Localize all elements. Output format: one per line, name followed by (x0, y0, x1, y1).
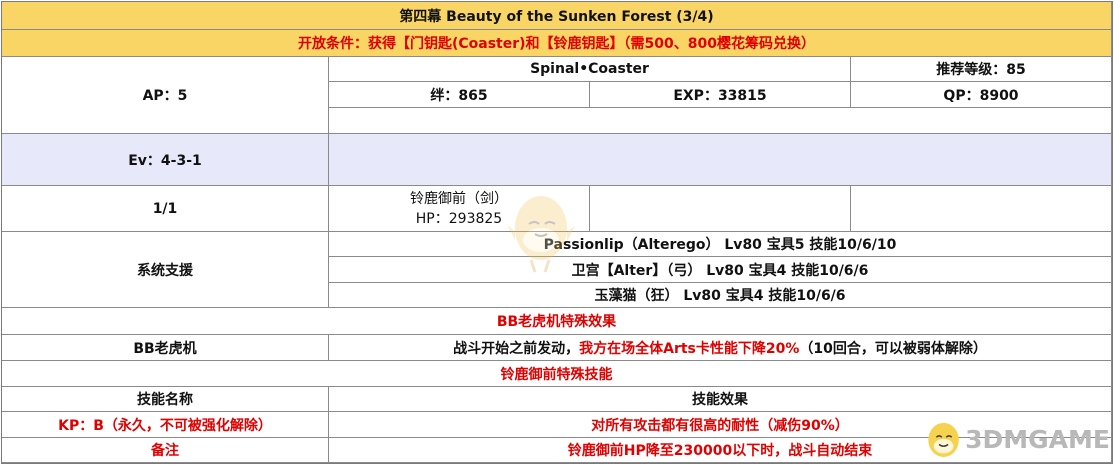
exp-reward: EXP：33815 (590, 82, 851, 108)
skill-header: 铃鹿御前特殊技能 (2, 361, 1112, 387)
ap-cell: AP：5 (2, 57, 329, 134)
enemy-empty-cell-2 (590, 186, 851, 232)
note-label: 备注 (2, 438, 329, 463)
ev-label: Ev：4-3-1 (2, 134, 329, 186)
quest-name: Spinal•Coaster (329, 57, 851, 82)
skill-effect-header: 技能效果 (329, 387, 1112, 412)
wave-label: 1/1 (2, 186, 329, 232)
ev-empty-cell (329, 134, 1112, 186)
quest-table: 第四幕 Beauty of the Sunken Forest (3/4) 开放… (1, 1, 1113, 464)
drop-empty-cell (329, 108, 1112, 134)
support-label: 系统支援 (2, 232, 329, 308)
bb-effect-tail: （10回合，可以被弱体解除） (799, 340, 987, 357)
skill-effect: 对所有攻击都有很高的耐性（减伤90%） (329, 412, 1112, 438)
recommended-level: 推荐等级：85 (851, 57, 1112, 82)
quest-title: 第四幕 Beauty of the Sunken Forest (3/4) (2, 2, 1112, 30)
support-row-3: 玉藻猫（狂） Lv80 宝具4 技能10/6/6 (329, 283, 1112, 308)
bb-effect-lead: 战斗开始之前发动， (453, 340, 580, 357)
note-text: 铃鹿御前HP降至230000以下时，战斗自动结束 (329, 438, 1112, 463)
support-row-2: 卫宫【Alter】（弓） Lv80 宝具4 技能10/6/6 (329, 257, 1112, 283)
support-row-1: Passionlip（Alterego） Lv80 宝具5 技能10/6/10 (329, 232, 1112, 257)
bond-reward: 绊：865 (329, 82, 590, 108)
enemy-name: 铃鹿御前（剑） (410, 190, 508, 207)
enemy-empty-cell-3 (851, 186, 1112, 232)
unlock-condition: 开放条件：获得【门钥匙(Coaster)和【铃鹿钥匙】（需500、800樱花筹码… (2, 30, 1112, 57)
qp-reward: QP：8900 (851, 82, 1112, 108)
bb-effect: 战斗开始之前发动， 我方在场全体Arts卡性能下降20% （10回合，可以被弱体解除… (329, 335, 1112, 361)
bb-effect-highlight: 我方在场全体Arts卡性能下降20% (579, 340, 800, 357)
bb-effect-header: BB老虎机特殊效果 (2, 308, 1112, 335)
enemy-cell: 铃鹿御前（剑） HP：293825 (329, 186, 590, 232)
skill-name-header: 技能名称 (2, 387, 329, 412)
bb-label: BB老虎机 (2, 335, 329, 361)
enemy-hp: HP：293825 (415, 210, 503, 227)
skill-name: KP：B（永久，不可被强化解除） (2, 412, 329, 438)
